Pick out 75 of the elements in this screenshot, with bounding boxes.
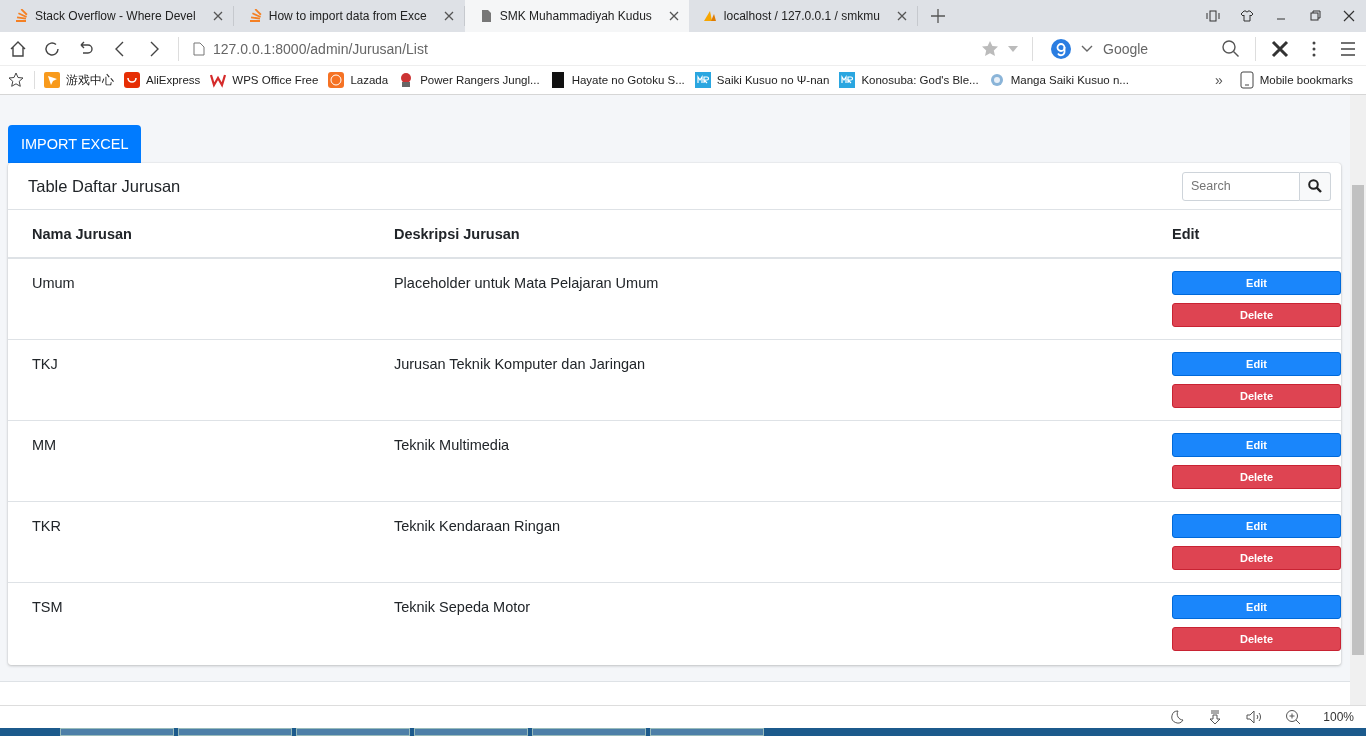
table-cell: Jurusan Teknik Komputer dan Jaringan [369, 339, 1148, 420]
table-cell: Teknik Sepeda Motor [369, 582, 1148, 663]
scrollbar[interactable] [1350, 95, 1366, 705]
column-header: Deskripsi Jurusan [369, 210, 1148, 258]
stack-icon [247, 9, 262, 23]
bookmark-item[interactable]: 游戏中心 [39, 72, 119, 88]
maximize-icon[interactable] [1308, 9, 1322, 23]
card-title: Table Daftar Jurusan [28, 176, 181, 196]
delete-button[interactable]: Delete [1172, 626, 1341, 651]
close-tab-icon[interactable] [896, 11, 907, 21]
shirt-icon[interactable] [1240, 9, 1254, 23]
import-excel-button[interactable]: IMPORT EXCEL [8, 125, 142, 163]
browser-tab[interactable]: localhost / 127.0.0.1 / smkmu [688, 6, 918, 26]
edit-button[interactable]: Edit [1172, 432, 1341, 457]
star-icon[interactable] [8, 72, 24, 88]
w-logo-icon [210, 72, 227, 88]
speaker-icon[interactable] [1245, 709, 1264, 725]
column-header: Edit [1148, 210, 1341, 258]
moon-icon[interactable] [1169, 709, 1186, 725]
search-icon [1308, 179, 1322, 193]
table-cell: TSM [8, 582, 370, 663]
table-cell: TKR [8, 501, 370, 582]
bookmark-item[interactable]: Saiki Kusuo no Ψ-nan [689, 72, 835, 88]
close-icon[interactable] [1342, 9, 1356, 23]
delete-button[interactable]: Delete [1172, 545, 1341, 570]
x-icon[interactable] [1270, 38, 1290, 59]
address-field[interactable]: 127.0.0.1:8000/admin/Jurusan/List [213, 40, 428, 57]
bookmark-item[interactable]: Power Rangers Jungl... [393, 72, 545, 88]
edit-button[interactable]: Edit [1172, 594, 1341, 619]
table-cell: Umum [8, 258, 370, 339]
table-cell: Teknik Multimedia [369, 420, 1148, 501]
close-tab-icon[interactable] [443, 11, 454, 21]
bookmark-item[interactable]: Manga Saiki Kusuo n... [983, 72, 1134, 88]
column-header: Nama Jurusan [8, 210, 370, 258]
delete-button[interactable]: Delete [1172, 303, 1341, 327]
close-tab-icon[interactable] [212, 11, 223, 21]
delete-button[interactable]: Delete [1172, 464, 1341, 489]
delete-button[interactable]: Delete [1172, 383, 1341, 408]
shopping-bag-icon [124, 72, 140, 88]
browser-tab[interactable]: Stack Overflow - Where Devel [0, 6, 234, 26]
search-icon[interactable] [1221, 38, 1241, 59]
chevron-icon[interactable] [1081, 44, 1093, 53]
browser-tab[interactable]: How to import data from Exce [233, 6, 465, 26]
zoom-level[interactable]: 100% [1323, 710, 1354, 724]
bookmark-item[interactable]: Konosuba: God's Ble... [834, 72, 984, 88]
table-cell: Teknik Kendaraan Ringan [369, 501, 1148, 582]
bookmark-item[interactable]: Lazada [323, 72, 394, 88]
mr-logo-icon [694, 72, 711, 88]
bookmark-item[interactable]: WPS Office Free [205, 72, 324, 88]
table-cell: MM [8, 420, 370, 501]
browser-tab[interactable]: SMK Muhammadiyah Kudus [464, 0, 689, 32]
bookmark-item[interactable]: AliExpress [119, 72, 206, 88]
close-tab-icon[interactable] [668, 11, 679, 21]
search-button[interactable] [1300, 171, 1331, 201]
mobile-bookmarks-link[interactable]: Mobile bookmarks [1234, 71, 1358, 89]
bookmark-item[interactable]: Hayate no Gotoku S... [544, 72, 690, 88]
dark-square-icon [549, 72, 566, 88]
panel-icon[interactable] [1206, 9, 1220, 23]
search-field[interactable]: Google [1103, 40, 1211, 57]
table-cell: TKJ [8, 339, 370, 420]
edit-button[interactable]: Edit [1172, 351, 1341, 376]
search-engine-icon [1051, 38, 1071, 59]
stack-icon [14, 9, 28, 23]
new-tab-icon[interactable] [929, 8, 946, 24]
more-bookmarks-button[interactable]: » [1214, 72, 1223, 88]
mr-logo-icon [839, 72, 856, 88]
page-icon [193, 41, 205, 56]
table-cell: Placeholder untuk Mata Pelajaran Umum [369, 258, 1148, 339]
search-field[interactable]: Search [1182, 171, 1300, 201]
phone-icon [1239, 71, 1254, 89]
edit-button[interactable]: Edit [1172, 513, 1341, 538]
sail-icon [702, 9, 717, 23]
circle-logo-icon [328, 72, 345, 88]
zoom-icon[interactable] [1285, 709, 1302, 725]
edit-button[interactable]: Edit [1172, 271, 1341, 295]
